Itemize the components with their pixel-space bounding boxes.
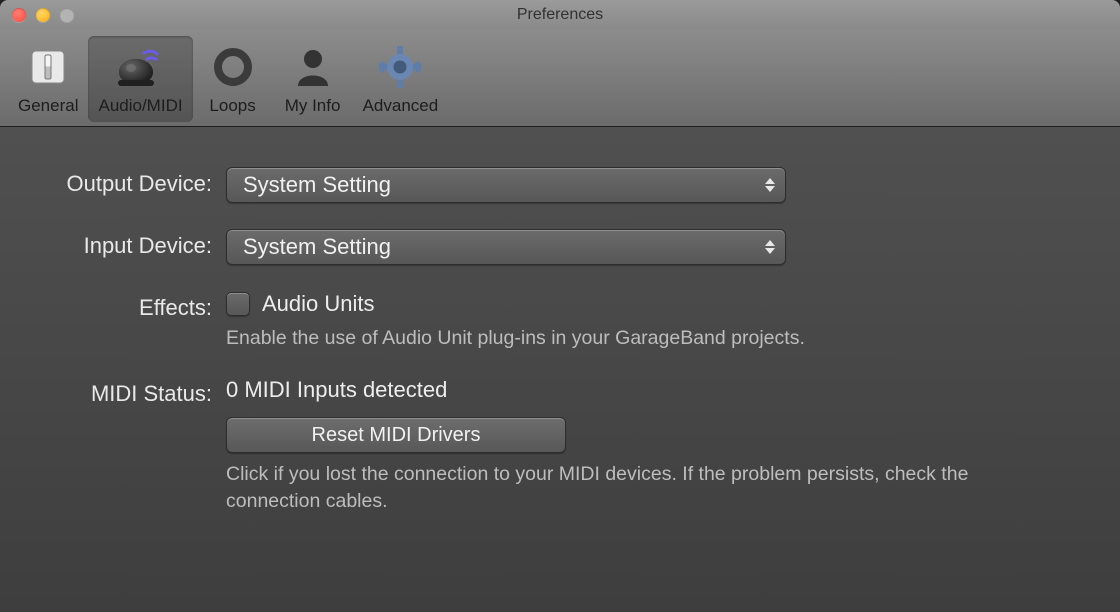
audio-units-label: Audio Units: [262, 291, 375, 317]
tab-label: General: [18, 96, 78, 116]
person-icon: [286, 40, 340, 94]
content: Output Device: System Setting Input Devi…: [0, 127, 1120, 612]
updown-icon: [765, 240, 775, 254]
preferences-window: Preferences General: [0, 0, 1120, 612]
effects-hint: Enable the use of Audio Unit plug-ins in…: [226, 325, 986, 351]
tab-label: Audio/MIDI: [98, 96, 182, 116]
tab-label: My Info: [285, 96, 341, 116]
toolbar: General: [0, 30, 1120, 127]
speaker-icon: [114, 40, 168, 94]
tab-label: Loops: [209, 96, 255, 116]
input-device-label: Input Device:: [40, 229, 212, 259]
output-device-popup[interactable]: System Setting: [226, 167, 786, 203]
output-device-label: Output Device:: [40, 167, 212, 197]
row-midi-status: MIDI Status: 0 MIDI Inputs detected Rese…: [40, 377, 1080, 514]
input-device-popup[interactable]: System Setting: [226, 229, 786, 265]
tab-audio-midi[interactable]: Audio/MIDI: [88, 36, 192, 122]
midi-status-hint: Click if you lost the connection to your…: [226, 461, 986, 514]
close-button[interactable]: [12, 8, 26, 22]
row-input-device: Input Device: System Setting: [40, 229, 1080, 265]
row-output-device: Output Device: System Setting: [40, 167, 1080, 203]
traffic-lights: [12, 8, 74, 22]
effects-label: Effects:: [40, 291, 212, 321]
updown-icon: [765, 178, 775, 192]
minimize-button[interactable]: [36, 8, 50, 22]
row-effects: Effects: Audio Units Enable the use of A…: [40, 291, 1080, 351]
window-title: Preferences: [0, 6, 1120, 24]
output-device-value: System Setting: [243, 172, 391, 198]
audio-units-checkbox[interactable]: [226, 292, 250, 316]
midi-status-label: MIDI Status:: [40, 377, 212, 407]
gear-icon: [373, 40, 427, 94]
loop-icon: [206, 40, 260, 94]
tab-my-info[interactable]: My Info: [273, 36, 353, 122]
titlebar: Preferences: [0, 0, 1120, 30]
reset-midi-drivers-button[interactable]: Reset MIDI Drivers: [226, 417, 566, 453]
midi-status-value: 0 MIDI Inputs detected: [226, 377, 1080, 403]
tab-general[interactable]: General: [8, 36, 88, 122]
zoom-button[interactable]: [60, 8, 74, 22]
input-device-value: System Setting: [243, 234, 391, 260]
tab-label: Advanced: [363, 96, 439, 116]
tab-loops[interactable]: Loops: [193, 36, 273, 122]
tab-advanced[interactable]: Advanced: [353, 36, 449, 122]
switch-icon: [21, 40, 75, 94]
button-label: Reset MIDI Drivers: [312, 424, 481, 447]
